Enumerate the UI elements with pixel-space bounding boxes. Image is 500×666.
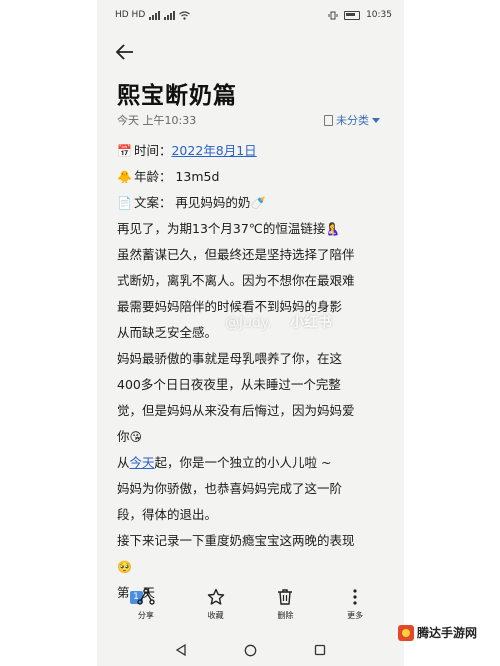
body-line: 妈妈最骄傲的事就是母乳喂养了你，在这 bbox=[117, 351, 343, 366]
nav-recents-icon[interactable] bbox=[314, 644, 326, 656]
logo-text: 腾达手游网 bbox=[417, 626, 478, 640]
share-label: 分享 bbox=[137, 611, 154, 620]
logo-icon bbox=[398, 624, 414, 641]
body-line: 虽然蓄谋已久，但最终还是坚持选择了陪伴 bbox=[117, 247, 355, 262]
caret-down-icon bbox=[372, 117, 380, 123]
body-text: 你 bbox=[117, 429, 130, 444]
time-line: 📅 时间：2022年8月1日 bbox=[117, 138, 385, 164]
body-line: 从今天起，你是一个独立的小人儿啦 ~ bbox=[117, 450, 385, 476]
site-logo: 腾达手游网 bbox=[398, 624, 477, 641]
back-arrow-icon bbox=[115, 44, 133, 60]
share-icon bbox=[137, 588, 155, 605]
back-button[interactable] bbox=[115, 42, 135, 67]
watermark-handle: @Judy. bbox=[225, 315, 272, 331]
pleading-face-icon: 🥺 bbox=[117, 560, 132, 574]
body-line: 妈妈为你骄傲，也恭喜妈妈完成了这一阶 bbox=[117, 481, 343, 496]
nav-home-icon[interactable] bbox=[244, 644, 257, 657]
memo-icon: 📄 bbox=[117, 196, 132, 210]
trash-icon bbox=[278, 589, 293, 605]
status-bar: HD HD 10:35 bbox=[97, 0, 404, 34]
calendar-icon: 📅 bbox=[117, 144, 132, 158]
signal-icon bbox=[149, 10, 161, 20]
note-timestamp: 今天 上午10:33 bbox=[117, 114, 197, 127]
body-line: 接下来记录一下重度奶瘾宝宝这两晚的表现 bbox=[117, 533, 355, 548]
star-icon bbox=[207, 588, 224, 605]
body-line: 你😘 bbox=[117, 424, 385, 450]
body-line: 式断奶，离乳不离人。因为不想你在最艰难 bbox=[117, 273, 355, 288]
vibrate-icon bbox=[328, 11, 338, 19]
body-line: 再见了，为期13个月37℃的恒温链接🤱 bbox=[117, 216, 385, 242]
nav-back-icon[interactable] bbox=[175, 644, 187, 656]
more-label: 更多 bbox=[347, 611, 364, 620]
bottle-icon: 🍼 bbox=[250, 196, 266, 210]
kiss-face-icon: 😘 bbox=[129, 430, 143, 444]
copy-text: 文案： 再见妈妈的奶 bbox=[133, 195, 251, 210]
emoji-line: 🥺 bbox=[117, 554, 385, 580]
today-link[interactable]: 今天 bbox=[130, 455, 155, 470]
favorite-label: 收藏 bbox=[207, 611, 224, 620]
battery-icon bbox=[344, 10, 361, 20]
status-left: HD HD bbox=[115, 10, 191, 20]
watermark-brand: 小红书 bbox=[290, 315, 333, 331]
favorite-button[interactable]: 收藏 bbox=[196, 588, 236, 621]
system-nav-bar bbox=[97, 638, 404, 662]
category-selector[interactable]: 未分类 bbox=[324, 112, 380, 128]
body-text: 起，你是一个独立的小人儿啦 ~ bbox=[154, 455, 332, 470]
baby-chick-icon: 🐥 bbox=[117, 170, 132, 184]
age-text: 年龄： 13m5d bbox=[133, 169, 220, 184]
more-vertical-icon bbox=[353, 589, 357, 605]
delete-button[interactable]: 删除 bbox=[265, 588, 305, 621]
date-link[interactable]: 2022年8月1日 bbox=[171, 143, 256, 158]
watermark: @Judy. 小红书 bbox=[225, 312, 332, 332]
body-line: 觉，但是妈妈从来没有后悔过，因为妈妈爱 bbox=[117, 403, 355, 418]
network-label: HD HD bbox=[115, 10, 146, 20]
breastfeeding-icon: 🤱 bbox=[325, 222, 341, 236]
body-line: 段，得体的退出。 bbox=[117, 507, 218, 522]
phone-screen: HD HD 10:35 熙宝断奶篇 今天 上午10:33 未分类 📅 时间：202… bbox=[97, 0, 404, 666]
status-right: 10:35 bbox=[328, 10, 392, 20]
body-text: 再见了，为期13个月37℃的恒温链接 bbox=[117, 221, 326, 236]
delete-label: 删除 bbox=[277, 611, 294, 620]
body-text: 从 bbox=[117, 455, 130, 470]
clock: 10:35 bbox=[366, 10, 392, 20]
category-label: 未分类 bbox=[336, 114, 369, 127]
note-body[interactable]: 📅 时间：2022年8月1日 🐥 年龄： 13m5d 📄 文案： 再见妈妈的奶🍼 再见… bbox=[117, 138, 385, 606]
time-label: 时间： bbox=[133, 143, 172, 158]
body-line: 400多个日日夜夜里，从未睡过一个完整 bbox=[117, 377, 341, 392]
more-button[interactable]: 更多 bbox=[335, 588, 375, 621]
note-title: 熙宝断奶篇 bbox=[117, 83, 237, 109]
age-line: 🐥 年龄： 13m5d bbox=[117, 164, 385, 190]
bottom-toolbar: 分享 收藏 删除 更多 bbox=[97, 588, 404, 634]
wifi-icon bbox=[179, 10, 191, 20]
signal-icon-2 bbox=[164, 10, 176, 20]
share-button[interactable]: 分享 bbox=[126, 588, 166, 621]
document-icon bbox=[324, 114, 333, 126]
copy-line: 📄 文案： 再见妈妈的奶🍼 bbox=[117, 190, 385, 216]
